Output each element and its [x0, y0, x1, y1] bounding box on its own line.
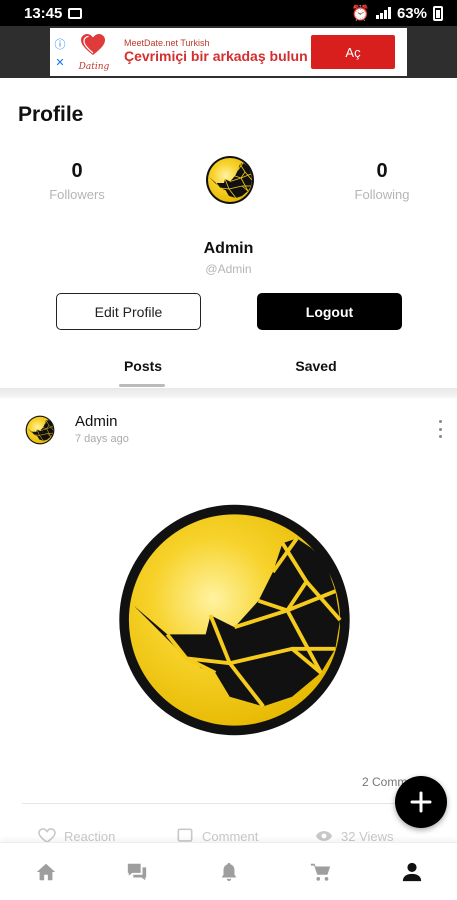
gallery-notification-icon: [68, 7, 83, 19]
post-author-avatar[interactable]: [25, 415, 55, 445]
post-divider: [22, 803, 434, 804]
following-count: 0: [376, 160, 388, 182]
section-divider: [0, 388, 457, 398]
heart-icon: [81, 34, 105, 55]
nav-messages[interactable]: [124, 859, 150, 885]
nav-notifications[interactable]: [216, 859, 242, 885]
ad-close-icon[interactable]: ✕: [55, 56, 64, 69]
tab-posts[interactable]: Posts: [120, 358, 166, 374]
battery-icon: [433, 5, 443, 21]
status-bar: 13:45 ⏰ 63%: [0, 0, 457, 26]
ad-banner-container: ⓘ ✕ Dating MeetDate.net Turkish Çevrimiç…: [0, 26, 457, 78]
active-tab-indicator: [119, 384, 165, 387]
chat-icon: [127, 863, 147, 881]
logout-button[interactable]: Logout: [257, 293, 402, 330]
followers-count: 0: [71, 160, 83, 182]
nav-home[interactable]: [33, 859, 59, 885]
ad-open-button[interactable]: Aç: [311, 35, 395, 69]
status-time: 13:45: [24, 4, 63, 22]
following-label: Following: [354, 187, 410, 202]
battery-percent: 63%: [396, 4, 427, 22]
ad-controls: ⓘ ✕: [50, 36, 70, 69]
post-timestamp: 7 days ago: [75, 433, 129, 445]
following-stat[interactable]: 0 Following: [327, 160, 437, 202]
page-title: Profile: [18, 103, 84, 126]
ad-title: Çevrimiçi bir arkadaş bulun: [124, 48, 308, 65]
ad-logo-text: Dating: [78, 62, 110, 72]
tab-saved[interactable]: Saved: [290, 358, 342, 374]
signal-icon: [375, 7, 391, 19]
nav-cart[interactable]: [308, 859, 334, 885]
edit-profile-button[interactable]: Edit Profile: [56, 293, 201, 330]
ad-info-icon[interactable]: ⓘ: [55, 36, 66, 52]
home-icon: [36, 863, 56, 881]
post-image[interactable]: [108, 500, 361, 740]
nav-profile[interactable]: [399, 859, 425, 885]
ad-text: MeetDate.net Turkish Çevrimiçi bir arkad…: [118, 38, 311, 65]
followers-stat[interactable]: 0 Followers: [22, 160, 132, 202]
followers-label: Followers: [49, 187, 105, 202]
ad-logo: Dating: [70, 30, 118, 74]
bottom-navigation: [0, 842, 457, 900]
more-options-icon[interactable]: [433, 420, 447, 438]
alarm-icon: ⏰: [351, 5, 370, 22]
post-author-name[interactable]: Admin: [75, 413, 118, 430]
profile-name: Admin: [203, 240, 254, 257]
plus-icon: [410, 791, 432, 813]
profile-avatar[interactable]: [205, 155, 255, 205]
cart-icon: [310, 863, 331, 881]
profile-handle: @Admin: [205, 262, 252, 276]
user-icon: [402, 862, 422, 882]
ad-banner[interactable]: ⓘ ✕ Dating MeetDate.net Turkish Çevrimiç…: [50, 28, 407, 76]
bell-icon: [221, 862, 237, 882]
add-post-button[interactable]: [395, 776, 447, 828]
